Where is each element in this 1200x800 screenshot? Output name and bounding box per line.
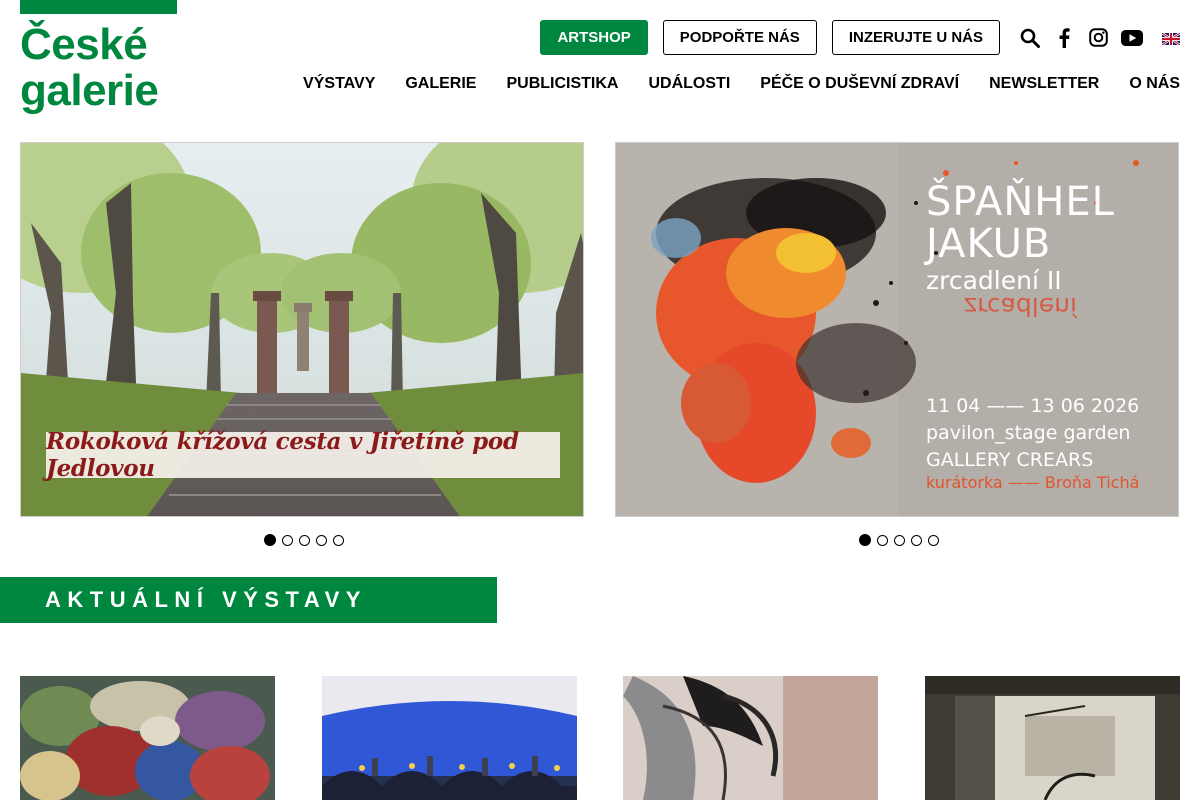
poster-title-block: ŠPAŇHEL JAKUB zrcadlení II zrcadlení (926, 179, 1166, 321)
logo-text: České galerie (20, 20, 159, 115)
support-us-button[interactable]: PODPOŘTE NÁS (662, 20, 817, 55)
site-logo[interactable]: České galerie (20, 0, 177, 122)
page: České galerie ARTSHOP PODPOŘTE NÁS INZER… (0, 0, 1200, 800)
search-icon[interactable] (1018, 26, 1042, 50)
poster-details: 11 04 —— 13 06 2026 pavilon_stage garden… (926, 393, 1139, 474)
artist-name-line-1: ŠPAŇHEL (926, 179, 1115, 225)
exhibition-gallery: GALLERY CREARS (926, 449, 1094, 471)
exhibition-thumb-1 (20, 676, 275, 800)
exhibition-card-2[interactable] (322, 676, 577, 800)
instagram-icon[interactable] (1086, 26, 1110, 50)
slider-dot-4[interactable] (911, 534, 922, 546)
logo-line-1: České (20, 20, 148, 69)
slider-dot-1[interactable] (264, 534, 276, 546)
slider-right-dots (856, 534, 942, 546)
artist-name-line-2: JAKUB (926, 221, 1052, 267)
exhibition-card-4[interactable] (925, 676, 1180, 800)
advertise-button[interactable]: INZERUJTE U NÁS (831, 20, 1000, 55)
top-bar: ARTSHOP PODPOŘTE NÁS INZERUJTE U NÁS (540, 20, 1181, 55)
exhibition-dates: 11 04 —— 13 06 2026 (926, 395, 1140, 417)
logo-line-2: galerie (20, 66, 159, 115)
exhibition-thumb-4 (925, 676, 1180, 800)
english-flag-icon[interactable] (1161, 31, 1181, 46)
exhibition-venue: pavilon_stage garden (926, 422, 1131, 444)
slider-dot-2[interactable] (282, 534, 293, 546)
nav-exhibitions[interactable]: VÝSTAVY (303, 75, 375, 93)
slider-dot-5[interactable] (333, 534, 344, 546)
nav-journalism[interactable]: PUBLICISTIKA (506, 75, 618, 93)
slider-dot-2[interactable] (877, 534, 888, 546)
exhibition-subtitle: zrcadlení II (926, 266, 1062, 295)
nav-events[interactable]: UDÁLOSTI (648, 75, 730, 93)
social-icons (1018, 26, 1144, 50)
current-exhibitions-heading: AKTUÁLNÍ VÝSTAVY (0, 577, 497, 623)
exhibition-card-3[interactable] (623, 676, 878, 800)
slider-dot-3[interactable] (894, 534, 905, 546)
slide-caption-text: Rokoková křížová cesta v Jiřetíně pod Je… (46, 428, 519, 482)
slider-dot-1[interactable] (859, 534, 871, 546)
artshop-button[interactable]: ARTSHOP (540, 20, 648, 55)
slider-dot-5[interactable] (928, 534, 939, 546)
mirrored-subtitle: zrcadlení (964, 292, 1077, 321)
exhibition-thumb-3 (623, 676, 878, 800)
nav-about[interactable]: O NÁS (1129, 75, 1180, 93)
slider-right[interactable]: ŠPAŇHEL JAKUB zrcadlení II zrcadlení 11 … (615, 142, 1179, 517)
slider-left[interactable]: Rokoková křížová cesta v Jiřetíně pod Je… (20, 142, 584, 517)
main-nav: VÝSTAVY GALERIE PUBLICISTIKA UDÁLOSTI PÉ… (273, 75, 1180, 93)
facebook-icon[interactable] (1052, 26, 1076, 50)
slide-caption: Rokoková křížová cesta v Jiřetíně pod Je… (46, 428, 560, 482)
slider-dot-4[interactable] (316, 534, 327, 546)
slider-dot-3[interactable] (299, 534, 310, 546)
nav-galleries[interactable]: GALERIE (405, 75, 476, 93)
nav-mental-health[interactable]: PÉČE O DUŠEVNÍ ZDRAVÍ (760, 75, 959, 93)
nav-newsletter[interactable]: NEWSLETTER (989, 75, 1099, 93)
exhibition-card-1[interactable] (20, 676, 275, 800)
logo-bar (20, 0, 177, 14)
exhibition-curator: kurátorka —— Broňa Tichá (926, 473, 1140, 492)
exhibition-thumb-2 (322, 676, 577, 800)
youtube-icon[interactable] (1120, 26, 1144, 50)
slider-left-dots (261, 534, 347, 546)
